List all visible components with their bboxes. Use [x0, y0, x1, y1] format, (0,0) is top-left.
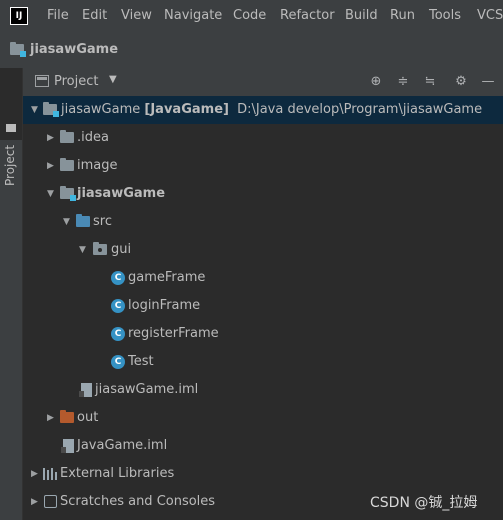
root-name: jiasawGame: [61, 102, 141, 117]
collapse-all-icon[interactable]: ≒: [420, 72, 440, 92]
class-icon: C: [111, 299, 125, 313]
chevron-right-icon[interactable]: ▶: [47, 413, 55, 423]
tree-row-class[interactable]: C gameFrame: [23, 264, 503, 292]
menu-navigate[interactable]: Navigate: [164, 0, 222, 32]
class-icon: C: [111, 271, 125, 285]
module-folder-icon: [10, 42, 26, 57]
tree-row-class[interactable]: C registerFrame: [23, 320, 503, 348]
tree-row-gui[interactable]: ▼ gui: [23, 236, 503, 264]
tree-label-class: registerFrame: [128, 326, 219, 341]
menu-refactor[interactable]: Refactor: [280, 0, 335, 32]
tree-label-class: Test: [128, 354, 154, 369]
tree-label-external-libraries: External Libraries: [60, 466, 175, 481]
menu-bar: IJ File Edit View Navigate Code Refactor…: [0, 0, 503, 32]
project-panel-header: Project ▼ ⊕ ≑ ≒ ⚙ —: [23, 68, 503, 96]
locate-icon[interactable]: ⊕: [366, 72, 386, 92]
tree-label-image: image: [77, 158, 118, 173]
navigation-bar: jiasawGame: [0, 32, 503, 69]
gear-icon[interactable]: ⚙: [451, 72, 471, 92]
folder-icon: [6, 124, 16, 132]
runnable-class-icon: C: [111, 355, 125, 369]
menu-vcs[interactable]: VCS: [477, 0, 503, 32]
tree-row-out[interactable]: ▶ out: [23, 404, 503, 432]
watermark: CSDN @铖_拉姆: [370, 495, 478, 511]
tree-label-scratches: Scratches and Consoles: [60, 494, 216, 509]
menu-file[interactable]: File: [47, 0, 69, 32]
tree-row-project-iml[interactable]: JavaGame.iml: [23, 432, 503, 460]
tree-row-class[interactable]: C Test: [23, 348, 503, 376]
chevron-down-icon[interactable]: ▼: [109, 74, 117, 85]
class-icon: C: [111, 327, 125, 341]
library-icon: [43, 468, 57, 480]
tree-row-module[interactable]: ▼ jiasawGame: [23, 180, 503, 208]
tree-label-idea: .idea: [77, 130, 109, 145]
chevron-down-icon[interactable]: ▼: [47, 189, 55, 199]
tree-row-root[interactable]: ▼ jiasawGame [JavaGame] D:\Java develop\…: [23, 96, 503, 124]
tree-label-class: loginFrame: [128, 298, 201, 313]
hide-icon[interactable]: —: [478, 72, 498, 92]
root-path: D:\Java develop\Program\jiasawGame: [237, 102, 483, 117]
chevron-down-icon[interactable]: ▼: [31, 105, 39, 115]
tree-label-class: gameFrame: [128, 270, 206, 285]
chevron-down-icon[interactable]: ▼: [79, 245, 87, 255]
menu-tools[interactable]: Tools: [429, 0, 461, 32]
project-tree: ▼ jiasawGame [JavaGame] D:\Java develop\…: [23, 96, 503, 520]
tree-row-image[interactable]: ▶ image: [23, 152, 503, 180]
tree-row-module-iml[interactable]: jiasawGame.iml: [23, 376, 503, 404]
root-module-name: [JavaGame]: [144, 102, 229, 117]
tree-row-src[interactable]: ▼ src: [23, 208, 503, 236]
folder-icon: [60, 130, 74, 143]
scratches-icon: [44, 495, 57, 508]
chevron-right-icon[interactable]: ▶: [47, 133, 55, 143]
project-tool-tab-label: Project: [3, 144, 17, 186]
tree-row-external-libraries[interactable]: ▶ External Libraries: [23, 460, 503, 488]
menu-code[interactable]: Code: [233, 0, 266, 32]
source-folder-icon: [76, 214, 90, 227]
intellij-logo-icon: IJ: [10, 7, 28, 25]
tree-label-out: out: [77, 410, 99, 425]
package-icon: [93, 242, 107, 255]
project-view-icon: [35, 75, 49, 87]
chevron-down-icon[interactable]: ▼: [63, 217, 71, 227]
chevron-right-icon[interactable]: ▶: [31, 469, 39, 479]
folder-icon: [60, 158, 74, 171]
tree-label-module: jiasawGame: [77, 186, 166, 201]
iml-file-icon: [79, 383, 92, 397]
project-tool-tab[interactable]: Project: [0, 68, 22, 186]
breadcrumb-project[interactable]: jiasawGame: [30, 42, 118, 57]
tree-label-gui: gui: [111, 242, 132, 257]
menu-build[interactable]: Build: [345, 0, 378, 32]
menu-view[interactable]: View: [121, 0, 152, 32]
project-view-selector[interactable]: Project: [54, 74, 98, 89]
excluded-folder-icon: [60, 410, 74, 423]
tree-label-src: src: [93, 214, 112, 229]
iml-file-icon: [61, 439, 74, 453]
module-folder-icon: [60, 186, 76, 201]
tree-label-project-iml: JavaGame.iml: [77, 438, 168, 453]
tree-label-module-iml: jiasawGame.iml: [95, 382, 199, 397]
menu-edit[interactable]: Edit: [82, 0, 107, 32]
menu-run[interactable]: Run: [390, 0, 415, 32]
chevron-right-icon[interactable]: ▶: [31, 497, 39, 507]
tree-row-class[interactable]: C loginFrame: [23, 292, 503, 320]
module-folder-icon: [43, 102, 59, 117]
tree-row-idea[interactable]: ▶ .idea: [23, 124, 503, 152]
expand-all-icon[interactable]: ≑: [393, 72, 413, 92]
chevron-right-icon[interactable]: ▶: [47, 161, 55, 171]
